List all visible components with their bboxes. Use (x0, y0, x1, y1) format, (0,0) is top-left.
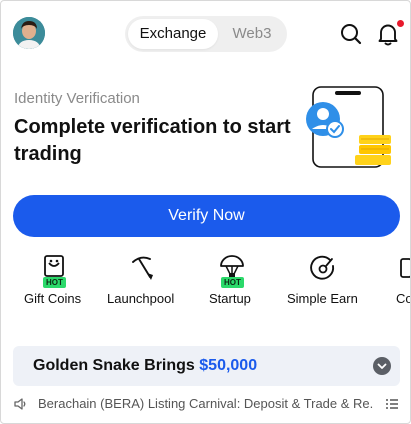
list-menu-icon[interactable] (385, 397, 399, 411)
tab-exchange[interactable]: Exchange (128, 19, 218, 49)
hero-title: Complete verification to start trading (14, 116, 291, 165)
earn-icon (308, 253, 338, 283)
search-icon[interactable] (338, 21, 364, 47)
hero-subtitle: Identity Verification (14, 90, 140, 107)
shortcut-label: Launchpool (107, 291, 175, 306)
shortcut-label: Co (396, 291, 411, 306)
app-screen: Exchange Web3 Identity Verification Comp… (0, 0, 411, 424)
copy-trading-icon (397, 253, 410, 283)
tab-web3[interactable]: Web3 (220, 19, 284, 49)
verify-now-button[interactable]: Verify Now (13, 195, 400, 237)
shortcut-label: Startup (209, 291, 251, 306)
hot-badge: HOT (221, 277, 244, 288)
shortcut-label: Gift Coins (24, 291, 82, 306)
verification-illustration (299, 83, 399, 171)
avatar[interactable] (13, 17, 45, 49)
notification-dot (397, 20, 404, 27)
shortcut-simple-earn[interactable]: Simple Earn (285, 253, 361, 313)
exchange-web3-toggle: Exchange Web3 (125, 16, 287, 52)
shortcut-launchpool[interactable]: Launchpool (103, 253, 183, 313)
pickaxe-icon (128, 253, 158, 283)
banner-title-prefix: Golden Snake Brings (33, 357, 200, 374)
shortcut-startup[interactable]: HOT Startup (197, 253, 267, 313)
banner-amount: $50,000 (199, 357, 258, 374)
speaker-icon (13, 396, 29, 412)
shortcut-gift-coins[interactable]: HOT Gift Coins (15, 253, 91, 313)
shortcut-copy-trading[interactable]: Co (393, 253, 411, 313)
hot-badge: HOT (43, 277, 66, 288)
banner-title: Golden Snake Brings $50,000 (33, 357, 257, 375)
promo-banner[interactable]: Golden Snake Brings $50,000 (13, 346, 400, 386)
shortcut-label: Simple Earn (287, 291, 358, 306)
announcement-ticker[interactable]: Berachain (BERA) Listing Carnival: Depos… (38, 396, 373, 411)
chevron-down-icon[interactable] (373, 357, 391, 375)
